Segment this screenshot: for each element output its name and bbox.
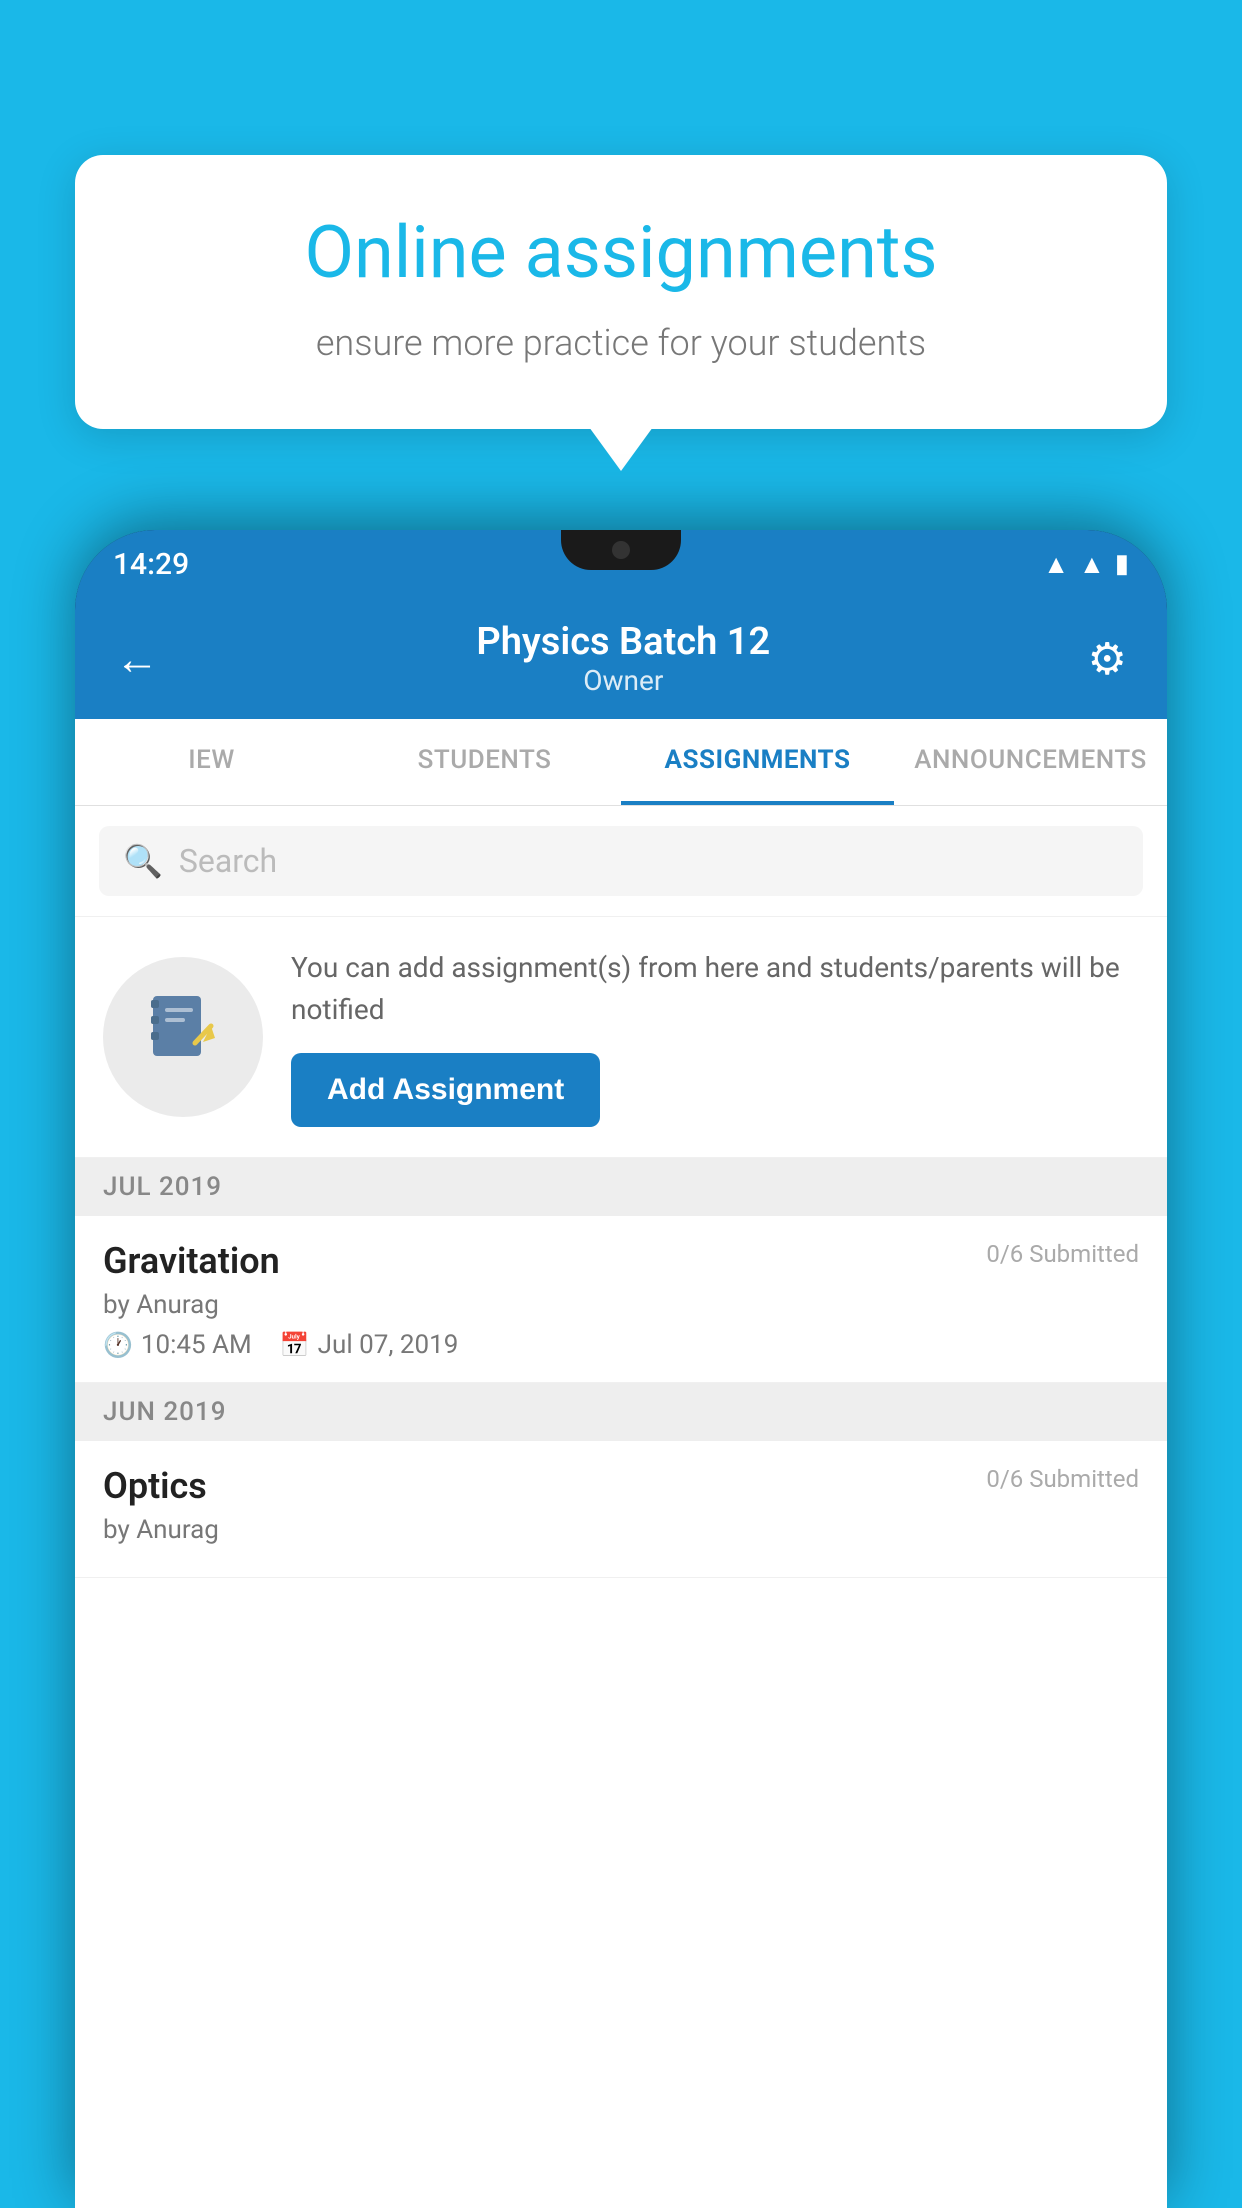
assignment-item-gravitation[interactable]: Gravitation 0/6 Submitted by Anurag 🕐 10… bbox=[75, 1216, 1167, 1383]
assignment-meta: 🕐 10:45 AM 📅 Jul 07, 2019 bbox=[103, 1330, 1139, 1360]
settings-icon[interactable]: ⚙ bbox=[1088, 633, 1127, 685]
assignment-name-optics: Optics bbox=[103, 1465, 207, 1507]
wifi-icon: ▲ bbox=[1043, 549, 1069, 580]
phone-notch bbox=[561, 530, 681, 570]
tab-announcements[interactable]: ANNOUNCEMENTS bbox=[894, 719, 1167, 805]
notebook-icon bbox=[143, 988, 223, 1086]
assignment-item-optics[interactable]: Optics 0/6 Submitted by Anurag bbox=[75, 1441, 1167, 1578]
assignment-by: by Anurag bbox=[103, 1290, 1139, 1320]
search-input-wrap[interactable]: 🔍 Search bbox=[99, 826, 1143, 896]
tab-students[interactable]: STUDENTS bbox=[348, 719, 621, 805]
header-title-wrap: Physics Batch 12 Owner bbox=[476, 620, 770, 697]
battery-icon: ▮ bbox=[1115, 549, 1129, 579]
assignment-date: Jul 07, 2019 bbox=[318, 1330, 459, 1360]
promo-description: You can add assignment(s) from here and … bbox=[291, 947, 1139, 1031]
meta-time: 🕐 10:45 AM bbox=[103, 1330, 252, 1360]
assignment-submitted-optics: 0/6 Submitted bbox=[986, 1465, 1139, 1493]
assignment-by-optics: by Anurag bbox=[103, 1515, 1139, 1545]
tooltip-card: Online assignments ensure more practice … bbox=[75, 155, 1167, 429]
status-icons: ▲ ▲ ▮ bbox=[1043, 549, 1129, 580]
tab-assignments[interactable]: ASSIGNMENTS bbox=[621, 719, 894, 805]
calendar-icon: 📅 bbox=[280, 1331, 310, 1359]
phone-content: 🔍 Search bbox=[75, 806, 1167, 2208]
back-button[interactable]: ← bbox=[115, 633, 159, 685]
month-header-jul: JUL 2019 bbox=[75, 1158, 1167, 1216]
meta-date: 📅 Jul 07, 2019 bbox=[280, 1330, 459, 1360]
camera-icon bbox=[612, 541, 630, 559]
search-bar: 🔍 Search bbox=[75, 806, 1167, 917]
month-header-jun: JUN 2019 bbox=[75, 1383, 1167, 1441]
status-time: 14:29 bbox=[113, 547, 189, 582]
promo-text-wrap: You can add assignment(s) from here and … bbox=[291, 947, 1139, 1127]
tooltip-subtitle: ensure more practice for your students bbox=[140, 318, 1102, 368]
assignment-top-optics: Optics 0/6 Submitted bbox=[103, 1465, 1139, 1507]
status-bar: 14:29 ▲ ▲ ▮ bbox=[75, 530, 1167, 598]
promo-icon-circle bbox=[103, 957, 263, 1117]
phone-shell: 14:29 ▲ ▲ ▮ ← Physics Batch 12 Owner ⚙ I… bbox=[75, 530, 1167, 2208]
tooltip-title: Online assignments bbox=[140, 210, 1102, 296]
search-icon: 🔍 bbox=[123, 842, 163, 880]
search-placeholder-text: Search bbox=[179, 842, 277, 880]
signal-icon: ▲ bbox=[1079, 549, 1105, 580]
add-assignment-button[interactable]: Add Assignment bbox=[291, 1053, 600, 1127]
assignment-submitted: 0/6 Submitted bbox=[986, 1240, 1139, 1268]
tab-iew[interactable]: IEW bbox=[75, 719, 348, 805]
assignment-top: Gravitation 0/6 Submitted bbox=[103, 1240, 1139, 1282]
batch-title: Physics Batch 12 bbox=[476, 620, 770, 664]
add-assignment-promo: You can add assignment(s) from here and … bbox=[75, 917, 1167, 1158]
assignment-name: Gravitation bbox=[103, 1240, 280, 1282]
assignment-time: 10:45 AM bbox=[141, 1330, 252, 1360]
app-header: ← Physics Batch 12 Owner ⚙ bbox=[75, 598, 1167, 719]
clock-icon: 🕐 bbox=[103, 1331, 133, 1359]
tabs-bar: IEW STUDENTS ASSIGNMENTS ANNOUNCEMENTS bbox=[75, 719, 1167, 806]
batch-role: Owner bbox=[476, 664, 770, 697]
